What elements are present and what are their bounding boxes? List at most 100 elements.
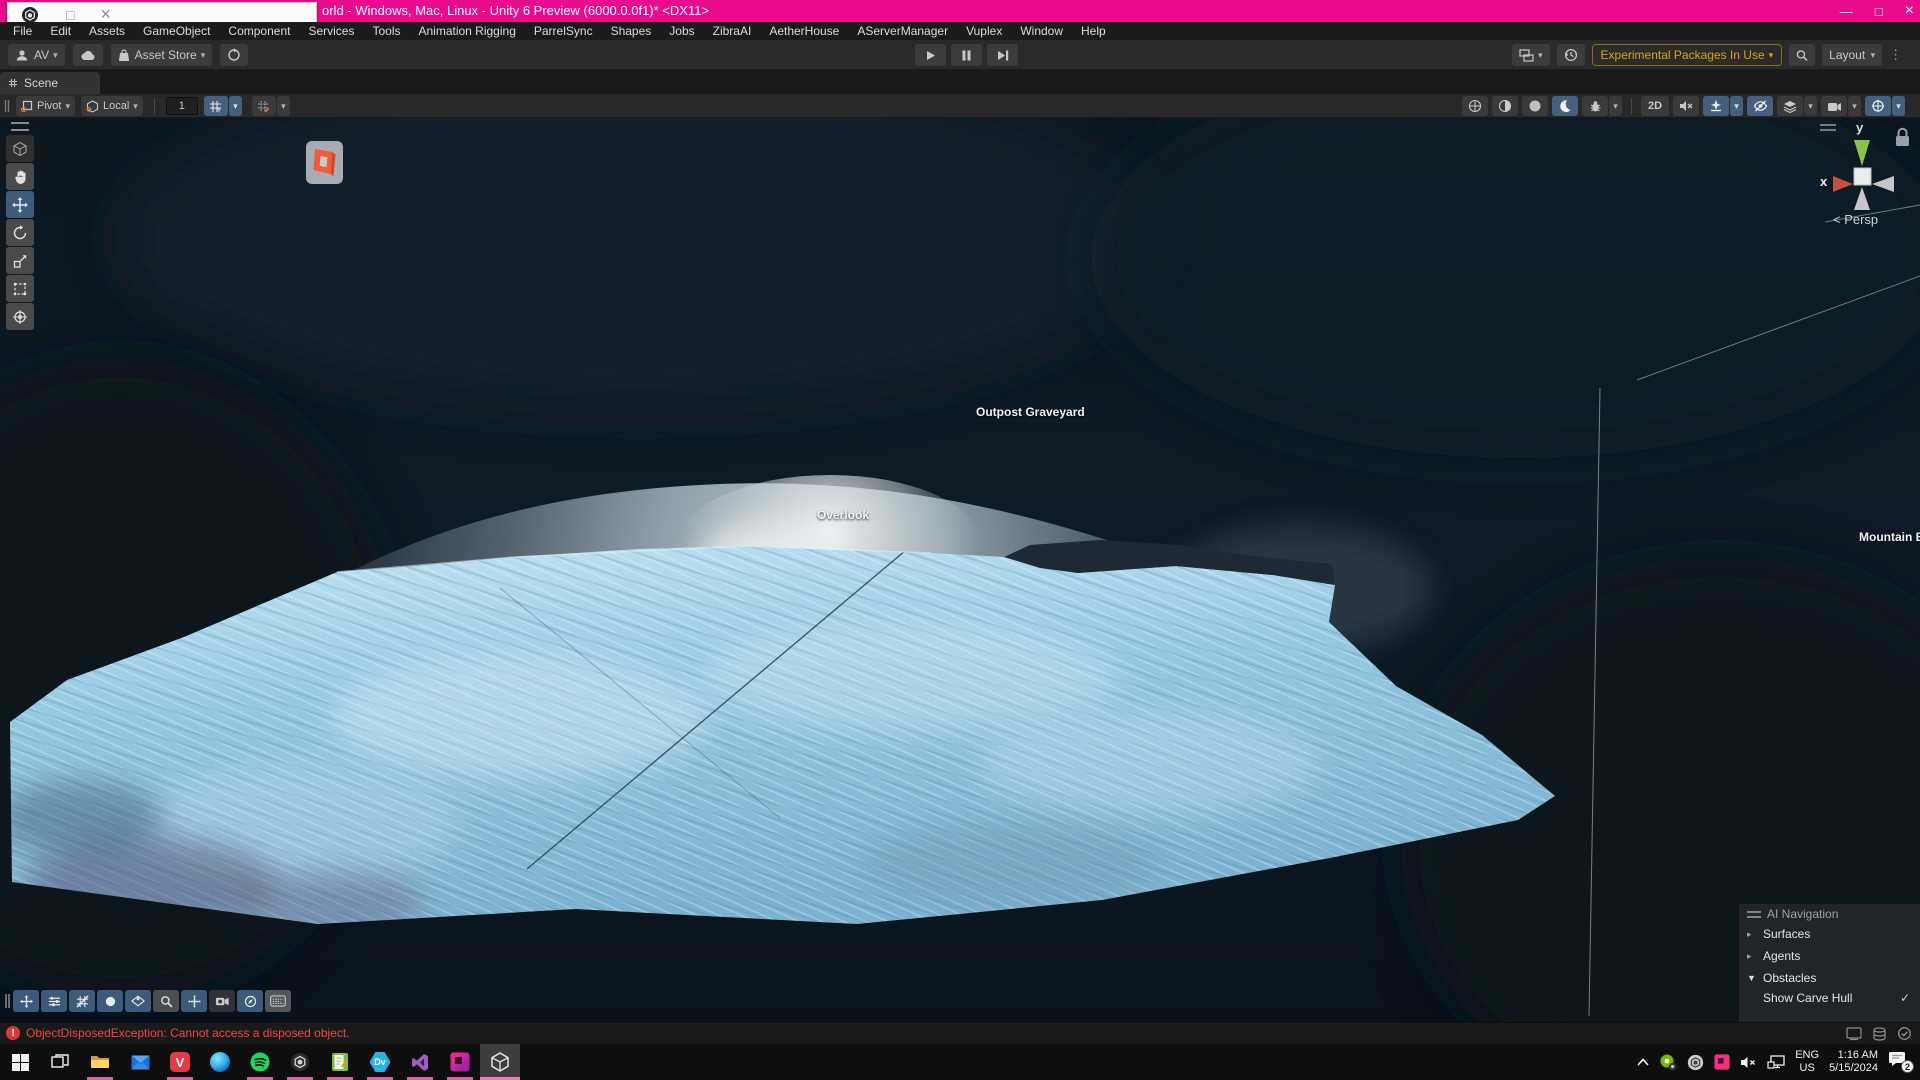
sync-button[interactable] [220, 44, 248, 66]
tray-unity-hub-icon[interactable] [1687, 1054, 1704, 1071]
taskbar-rider[interactable] [440, 1044, 480, 1080]
light-probe-overlay-button[interactable] [97, 990, 123, 1012]
taskbar-vivaldi[interactable]: V [160, 1044, 200, 1080]
menu-vuplex[interactable]: Vuplex [957, 24, 1011, 38]
taskbar-edge[interactable] [200, 1044, 240, 1080]
taskbar-file-explorer[interactable] [80, 1044, 120, 1080]
start-button[interactable] [0, 1044, 40, 1080]
grid-axis-y-button[interactable]: Y [204, 96, 228, 116]
hand-tool-button[interactable] [6, 163, 34, 190]
snap-increment-dropdown[interactable]: ▾ [277, 96, 290, 116]
console-icon[interactable] [1846, 1027, 1862, 1041]
search-overlay-button[interactable] [153, 990, 179, 1012]
scale-tool-button[interactable] [6, 247, 34, 274]
show-carve-hull-row[interactable]: Show Carve Hull ✓ [1739, 988, 1920, 1008]
network-icon[interactable] [1767, 1055, 1785, 1069]
rotate-tool-button[interactable] [6, 219, 34, 246]
task-view-button[interactable] [40, 1044, 80, 1080]
draw-mode-shaded-button[interactable] [1522, 96, 1548, 116]
layers-visibility-button[interactable] [1777, 96, 1803, 116]
tray-rider-icon[interactable] [1714, 1054, 1730, 1070]
layout-dropdown[interactable]: Layout▾ [1822, 44, 1882, 66]
gizmos-stamp-overlay-button[interactable] [265, 990, 291, 1012]
menu-assets[interactable]: Assets [80, 24, 134, 38]
overlay-handle[interactable] [4, 99, 10, 113]
step-button[interactable] [987, 44, 1018, 66]
effects-dropdown[interactable]: ▾ [1730, 96, 1743, 116]
minimize-button[interactable]: — [1840, 4, 1853, 19]
transform-tool-button[interactable] [6, 303, 34, 330]
cache-server-icon[interactable] [1872, 1027, 1887, 1041]
overlay-handle[interactable] [1820, 124, 1836, 131]
notification-center-button[interactable]: 2 [1888, 1051, 1912, 1073]
menu-help[interactable]: Help [1072, 24, 1115, 38]
activity-progress-icon[interactable] [1897, 1026, 1912, 1041]
menu-gameobject[interactable]: GameObject [134, 24, 219, 38]
menu-window[interactable]: Window [1011, 24, 1072, 38]
snap-increment-button[interactable] [252, 96, 276, 116]
menu-services[interactable]: Services [299, 24, 363, 38]
menu-component[interactable]: Component [219, 24, 299, 38]
taskbar-unity-hub[interactable] [280, 1044, 320, 1080]
scene-debug-dropdown[interactable]: ▾ [1609, 96, 1622, 116]
2d-toggle[interactable]: 2D [1641, 96, 1669, 116]
layers-dropdown[interactable]: ▾ [1804, 96, 1817, 116]
taskbar-visual-studio[interactable] [400, 1044, 440, 1080]
move-overlay-button[interactable] [13, 990, 39, 1012]
overlay-handle[interactable] [4, 993, 11, 1009]
play-button[interactable] [915, 44, 946, 66]
checkbox-checked-icon[interactable]: ✓ [1900, 991, 1910, 1005]
view-tool-button[interactable] [6, 135, 34, 162]
kebab-menu-icon[interactable]: ⋮ [1889, 47, 1902, 63]
sliders-overlay-button[interactable] [41, 990, 67, 1012]
grid-off-overlay-button[interactable] [69, 990, 95, 1012]
snap-overlay-button[interactable] [181, 990, 207, 1012]
draw-mode-shaded-wire-button[interactable] [1492, 96, 1518, 116]
ai-nav-surfaces-row[interactable]: ▸ Surfaces [1739, 924, 1920, 944]
menu-tools[interactable]: Tools [363, 24, 409, 38]
overlay-handle[interactable] [1747, 911, 1761, 918]
undo-history-button[interactable] [1557, 44, 1585, 66]
local-dropdown[interactable]: Local▾ [81, 96, 143, 116]
menu-shapes[interactable]: Shapes [602, 24, 661, 38]
camera-settings-button[interactable] [1821, 96, 1847, 116]
mini-maximize-button[interactable]: □ [66, 7, 74, 23]
nvidia-settings-icon[interactable] [1659, 1053, 1677, 1071]
menu-aservermanager[interactable]: AServerManager [848, 24, 957, 38]
scene-debug-button[interactable] [1582, 96, 1608, 116]
menu-animation-rigging[interactable]: Animation Rigging [409, 24, 524, 38]
camera-dropdown[interactable]: ▾ [1848, 96, 1861, 116]
compass-overlay-button[interactable] [237, 990, 263, 1012]
taskbar-spotify[interactable] [240, 1044, 280, 1080]
volume-muted-icon[interactable] [1740, 1056, 1757, 1069]
gizmos-dropdown[interactable]: ▾ [1892, 96, 1905, 116]
projection-mode-label[interactable]: < Persp [1833, 212, 1878, 227]
asset-store-button[interactable]: Asset Store▾ [111, 44, 213, 66]
console-error-summary[interactable]: ! ObjectDisposedException: Cannot access… [6, 1026, 350, 1040]
menu-aetherhouse[interactable]: AetherHouse [760, 24, 848, 38]
foldout-expanded-icon[interactable]: ▼ [1747, 973, 1757, 983]
ai-nav-agents-row[interactable]: ▸ Agents [1739, 946, 1920, 966]
overlay-handle[interactable] [11, 122, 29, 131]
pause-button[interactable] [951, 44, 982, 66]
experimental-packages-badge[interactable]: Experimental Packages In Use ▾ [1592, 44, 1783, 66]
rect-tool-button[interactable] [6, 275, 34, 302]
menu-parrelsync[interactable]: ParrelSync [525, 24, 602, 38]
taskbar-notepad[interactable] [320, 1044, 360, 1080]
close-button[interactable]: × [1905, 2, 1914, 20]
draw-mode-wireframe-button[interactable] [1462, 96, 1488, 116]
tray-expand-chevron-icon[interactable] [1637, 1058, 1649, 1066]
tab-scene[interactable]: Scene [0, 72, 100, 94]
menu-edit[interactable]: Edit [41, 24, 80, 38]
foldout-collapsed-icon[interactable]: ▸ [1747, 951, 1757, 962]
clock[interactable]: 1:16 AM 5/15/2024 [1829, 1049, 1878, 1075]
menu-jobs[interactable]: Jobs [660, 24, 703, 38]
search-button[interactable] [1789, 44, 1815, 66]
audio-mute-toggle[interactable] [1673, 96, 1699, 116]
menu-zibraai[interactable]: ZibraAI [704, 24, 761, 38]
multiplayer-windows-button[interactable]: ▾ [1512, 44, 1550, 66]
camera-preview-overlay-button[interactable] [209, 990, 235, 1012]
maximize-button[interactable]: □ [1875, 4, 1883, 19]
navmesh-overlay-button[interactable] [125, 990, 151, 1012]
account-dropdown[interactable]: AV▾ [8, 44, 65, 66]
